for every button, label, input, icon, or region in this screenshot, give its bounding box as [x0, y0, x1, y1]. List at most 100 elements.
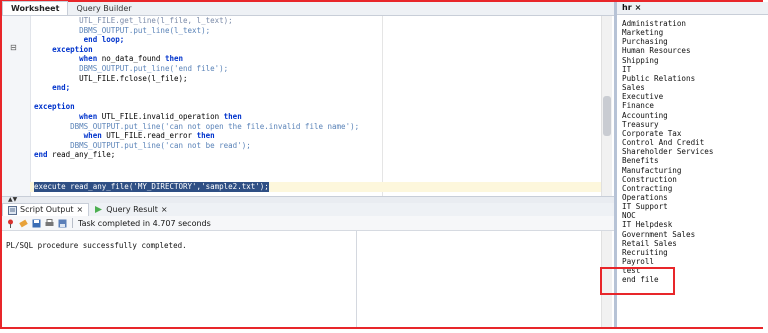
code-token: then	[223, 111, 242, 121]
code-token: then	[164, 54, 184, 64]
output-line: Finance	[622, 101, 655, 111]
code-token: no_data_found	[97, 54, 165, 64]
code-token: then	[196, 131, 215, 141]
output-column-divider	[356, 231, 357, 327]
output-line: Sales	[622, 83, 645, 93]
code-token: when	[79, 111, 98, 121]
annotation-highlight-box	[600, 267, 675, 295]
tab-hr[interactable]: hr ×	[617, 2, 768, 15]
sql-editor[interactable]: ⊟ UTL_FILE.get_line(l_file, l_text); DBM…	[2, 16, 614, 196]
output-message: PL/SQL procedure successfully completed.	[6, 241, 187, 250]
code-token: DBMS_OUTPUT.put_line('can not open the f…	[70, 121, 360, 131]
output-line: Recruiting	[622, 247, 668, 257]
eraser-icon[interactable]	[19, 219, 28, 228]
editor-scrollbar[interactable]	[601, 16, 612, 196]
code-line: when no_data_found then	[34, 54, 359, 64]
code-token: end;	[52, 83, 71, 93]
code-token: DBMS_OUTPUT.put_line(l_text);	[79, 25, 211, 35]
output-line: Treasury	[622, 119, 659, 129]
output-line: Shipping	[622, 55, 659, 65]
code-token: DBMS_OUTPUT.put_line('end file');	[79, 63, 229, 73]
output-toolbar: Task completed in 4.707 seconds	[2, 216, 614, 231]
output-line: Administration	[622, 19, 687, 28]
code-line: UTL_FILE.get_line(l_file, l_text);	[34, 16, 359, 26]
output-line: Purchasing	[622, 37, 668, 47]
code-line: DBMS_OUTPUT.put_line('can not be read');	[34, 141, 359, 151]
code-token: UTL_FILE.get_line(l_file, l_text);	[79, 16, 233, 25]
editor-scroll-thumb[interactable]	[603, 96, 611, 136]
worksheet-tabbar: Worksheet Query Builder	[2, 1, 614, 16]
code-token: DBMS_OUTPUT.put_line('can not be read');	[70, 140, 251, 150]
output-line: Shareholder Services	[622, 147, 714, 157]
tab-query-result-label: Query Result	[106, 204, 158, 214]
splitter-arrows-icon[interactable]: ▲▼	[8, 196, 17, 203]
output-line: Human Resources	[622, 46, 691, 56]
code-line: end read_any_file;	[34, 150, 359, 160]
output-line: Operations	[622, 192, 668, 202]
output-line: IT	[622, 64, 632, 74]
tab-worksheet[interactable]: Worksheet	[2, 1, 69, 15]
code-token: exception	[34, 102, 75, 112]
tab-query-builder[interactable]: Query Builder	[68, 2, 139, 15]
output-line: Benefits	[622, 156, 659, 166]
print-icon[interactable]	[45, 218, 54, 228]
output-line: Manufacturing	[622, 165, 682, 175]
code-token: UTL_FILE.invalid_operation	[97, 111, 224, 121]
code-line: UTL_FILE.fclose(l_file);	[34, 74, 359, 84]
code-line: exception	[34, 102, 359, 112]
close-icon[interactable]: ×	[635, 3, 642, 12]
disk-icon[interactable]	[58, 219, 67, 228]
code-line: DBMS_OUTPUT.put_line('can not open the f…	[34, 122, 359, 132]
output-line: Accounting	[622, 110, 668, 120]
code-token: when	[79, 54, 98, 64]
collapse-icon[interactable]: ⊟	[10, 43, 17, 52]
output-line: IT Helpdesk	[622, 220, 673, 230]
output-line: Payroll	[622, 257, 655, 267]
close-icon[interactable]: ×	[77, 204, 84, 216]
code-token: read_any_file;	[47, 150, 116, 160]
code-token: when	[83, 131, 102, 141]
editor-gutter: ⊟	[2, 16, 31, 196]
output-line: Contracting	[622, 183, 673, 193]
pin-icon[interactable]	[6, 219, 15, 228]
code-line: end;	[34, 83, 359, 93]
output-line: Public Relations	[622, 73, 696, 83]
worksheet-pane: Worksheet Query Builder ⊟ UTL_FILE.get_l…	[2, 1, 614, 327]
code-line: end loop;	[34, 35, 359, 45]
save-icon[interactable]	[32, 219, 41, 228]
output-line: Executive	[622, 92, 664, 102]
script-output-icon	[8, 205, 17, 215]
code-line: DBMS_OUTPUT.put_line('end file');	[34, 64, 359, 74]
selected-execute-statement[interactable]: execute read_any_file('MY_DIRECTORY','sa…	[34, 182, 269, 192]
query-result-icon	[95, 206, 103, 213]
code-line: when UTL_FILE.read_error then	[34, 131, 359, 141]
output-line: IT Support	[622, 202, 668, 212]
output-line: Retail Sales	[622, 238, 677, 248]
output-line: Construction	[622, 174, 677, 184]
output-line: Marketing	[622, 28, 664, 38]
toolbar-separator	[72, 218, 73, 228]
output-tabbar: Script Output × Query Result ×	[2, 203, 614, 217]
code-token: exception	[52, 44, 93, 54]
code-token: end	[34, 150, 48, 160]
task-status-text: Task completed in 4.707 seconds	[78, 218, 211, 228]
close-icon[interactable]: ×	[161, 204, 168, 216]
code-line: when UTL_FILE.invalid_operation then	[34, 112, 359, 122]
tab-script-output-label: Script Output	[20, 205, 74, 214]
tab-query-result[interactable]: Query Result ×	[89, 204, 172, 216]
output-line: NOC	[622, 211, 636, 221]
tab-script-output[interactable]: Script Output ×	[2, 203, 90, 216]
script-output-area[interactable]: PL/SQL procedure successfully completed.	[2, 231, 614, 327]
